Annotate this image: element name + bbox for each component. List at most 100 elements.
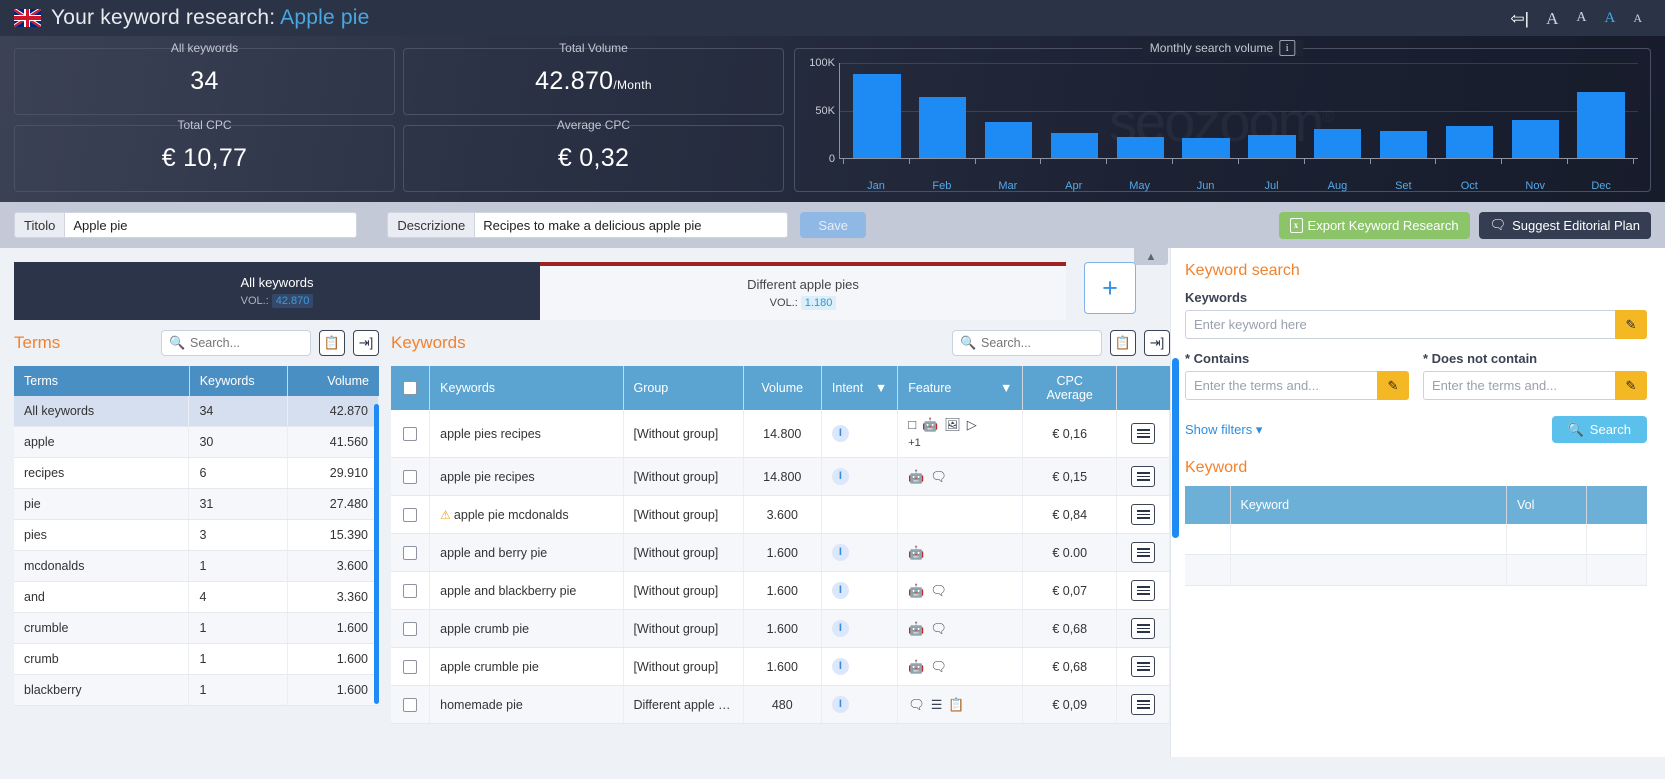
term-volume: 42.870 (287, 396, 379, 427)
table-row[interactable]: apple crumble pie [Without group] 1.600 I 🤖 🗨… (391, 647, 1170, 686)
terms-scrollbar[interactable] (374, 396, 379, 726)
row-menu-icon[interactable] (1131, 618, 1155, 639)
add-group-button[interactable]: + (1084, 262, 1136, 314)
row-menu-icon[interactable] (1131, 423, 1155, 444)
title-input[interactable] (64, 212, 358, 238)
back-arrow-icon[interactable]: ⇦| (1502, 10, 1537, 27)
table-row[interactable]: and 4 3.360 (14, 581, 379, 613)
table-row[interactable]: apple and berry pie [Without group] 1.600 I… (391, 533, 1170, 572)
term-keyword-count: 1 (188, 674, 288, 706)
row-menu-icon[interactable] (1131, 542, 1155, 563)
not-contains-field: * Does not contain ✎ (1423, 351, 1647, 412)
bar (919, 97, 967, 158)
filter-icon[interactable]: ▼ (875, 381, 887, 395)
table-row[interactable]: mcdonalds 1 3.600 (14, 550, 379, 582)
row-checkbox[interactable] (403, 697, 418, 712)
pencil-icon[interactable]: ✎ (1615, 371, 1647, 400)
row-menu-icon[interactable] (1131, 580, 1155, 601)
keywords-search-input[interactable] (952, 330, 1102, 356)
keyword-search-sidebar: Keyword search Keywords ✎ * Contains ✎ *… (1170, 248, 1665, 757)
robot-icon: 🤖 (908, 545, 925, 560)
pencil-icon[interactable]: ✎ (1377, 371, 1409, 400)
search-button[interactable]: 🔍 Search (1551, 416, 1647, 443)
table-row[interactable]: apple pie recipes [Without group] 14.800 I 🤖… (391, 457, 1170, 496)
stat-value: € 10,77 (161, 144, 248, 172)
export-keyword-research-button[interactable]: x Export Keyword Research (1278, 211, 1470, 239)
table-row[interactable]: All keywords 34 42.870 (14, 396, 379, 427)
table-row[interactable]: ⚠ apple pie mcdonalds [Without group] 3.600… (391, 495, 1170, 534)
keyword-intent: I (821, 571, 899, 610)
row-menu-icon[interactable] (1131, 656, 1155, 677)
row-checkbox[interactable] (403, 621, 418, 636)
table-row[interactable]: pie 31 27.480 (14, 488, 379, 520)
table-row[interactable]: homemade pie Different apple pies 480 I 🗨 ☰ 📋 €… (391, 685, 1170, 724)
export-icon[interactable]: ⇥] (353, 330, 379, 356)
chevron-up-icon[interactable]: ▲ (1134, 248, 1168, 265)
results-header-row: Keyword Vol (1185, 486, 1647, 524)
select-all-checkbox[interactable] (403, 381, 418, 396)
term-name: crumb (14, 643, 190, 675)
table-row[interactable]: apple pies recipes [Without group] 14.800 I… (391, 410, 1170, 458)
row-checkbox[interactable] (403, 583, 418, 598)
save-button[interactable]: Save (800, 212, 867, 238)
filter-icon[interactable]: ▼ (1000, 381, 1012, 395)
row-checkbox[interactable] (403, 545, 418, 560)
table-row[interactable]: apple and blackberry pie [Without group] 1… (391, 571, 1170, 610)
row-checkbox[interactable] (403, 659, 418, 674)
keyword-search-input[interactable] (1185, 310, 1615, 339)
table-row[interactable]: apple 30 41.560 (14, 426, 379, 458)
export-icon[interactable]: ⇥] (1144, 330, 1170, 356)
row-checkbox[interactable] (403, 507, 418, 522)
terms-search-input[interactable] (161, 330, 311, 356)
suggest-editorial-plan-button[interactable]: 🗨 Suggest Editorial Plan (1478, 211, 1651, 239)
x-tick-label: Mar (998, 180, 1018, 192)
pencil-icon[interactable]: ✎ (1615, 310, 1647, 339)
term-volume: 1.600 (287, 612, 379, 644)
term-keyword-count: 1 (188, 550, 288, 582)
filters-row: Show filters ▾ 🔍 Search (1185, 416, 1647, 443)
comment-icon: 🗨 (1489, 217, 1507, 232)
clipboard-icon[interactable]: 📋 (1110, 330, 1136, 356)
bar (1248, 135, 1296, 158)
uk-flag-icon (14, 9, 41, 27)
table-row[interactable]: blackberry 1 1.600 (14, 674, 379, 706)
not-contains-input[interactable] (1423, 371, 1615, 400)
contains-field: * Contains ✎ (1185, 351, 1409, 412)
row-checkbox[interactable] (403, 426, 418, 441)
description-input[interactable] (474, 212, 789, 238)
contains-input[interactable] (1185, 371, 1377, 400)
table-row[interactable]: recipes 6 29.910 (14, 457, 379, 489)
table-row[interactable]: apple crumb pie [Without group] 1.600 I 🤖 🗨 € … (391, 609, 1170, 648)
keyword-name: homemade pie (429, 685, 624, 724)
page-title: Your keyword research: Apple pie (51, 6, 370, 30)
discussion-icon: 🗨 (930, 621, 947, 636)
keyword-intent: I (821, 533, 899, 572)
keywords-scrollbar[interactable] (1172, 358, 1179, 648)
terms-panel-header: Terms 🔍 📋 ⇥] (14, 320, 379, 366)
font-size-small-button[interactable]: A (1624, 12, 1651, 24)
term-name: blackberry (14, 674, 190, 706)
font-size-large-button[interactable]: A (1567, 11, 1595, 25)
info-icon[interactable]: i (1279, 40, 1296, 56)
tab-all-keywords[interactable]: All keywords VOL.: 42.870 (14, 262, 540, 320)
term-volume: 27.480 (287, 488, 379, 520)
row-menu-icon[interactable] (1131, 466, 1155, 487)
table-row[interactable]: crumb 1 1.600 (14, 643, 379, 675)
not-contains-input-group: ✎ (1423, 371, 1647, 400)
row-menu-icon[interactable] (1131, 694, 1155, 715)
keyword-results-table: Keyword Vol (1185, 486, 1647, 586)
sidebar-title: Keyword search (1185, 262, 1300, 279)
tab-different-apple-pies[interactable]: Different apple pies VOL.: 1.180 (540, 262, 1066, 320)
table-row[interactable]: pies 3 15.390 (14, 519, 379, 551)
term-keyword-count: 4 (188, 581, 288, 613)
font-size-medium-button[interactable]: A (1595, 10, 1624, 26)
show-filters-toggle[interactable]: Show filters ▾ (1185, 422, 1262, 438)
row-menu-icon[interactable] (1131, 504, 1155, 525)
stat-label: All keywords (170, 41, 239, 55)
table-row[interactable]: crumble 1 1.600 (14, 612, 379, 644)
row-checkbox[interactable] (403, 469, 418, 484)
term-name: and (14, 581, 190, 613)
font-size-xlarge-button[interactable]: A (1537, 10, 1567, 27)
clipboard-icon[interactable]: 📋 (319, 330, 345, 356)
bar (853, 74, 901, 158)
